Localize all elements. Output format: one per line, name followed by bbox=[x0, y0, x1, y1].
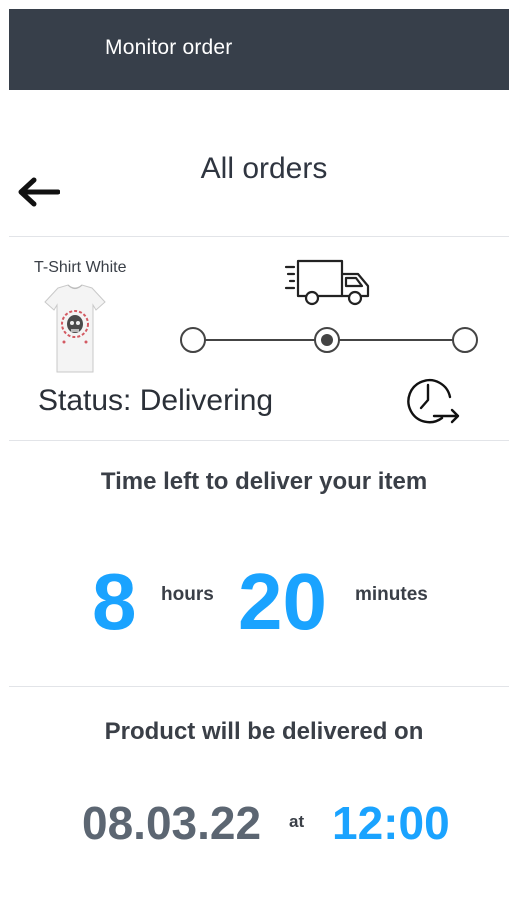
delivery-date: 08.03.22 bbox=[82, 797, 262, 849]
progress-step-delivered bbox=[452, 327, 478, 353]
order-status: Status: Delivering bbox=[38, 384, 274, 417]
page-title: All orders bbox=[200, 152, 328, 185]
minutes-value: 20 bbox=[238, 557, 327, 646]
delivery-progress-track bbox=[180, 327, 478, 353]
app-bar: Monitor order bbox=[9, 9, 509, 90]
divider-middle bbox=[9, 440, 509, 441]
product-name: T-Shirt White bbox=[34, 259, 127, 276]
divider-bottom bbox=[9, 686, 509, 687]
hours-unit: hours bbox=[161, 584, 214, 605]
delivery-time: 12:00 bbox=[332, 797, 450, 849]
product-image[interactable] bbox=[44, 284, 106, 376]
clock-history-icon[interactable] bbox=[404, 374, 462, 426]
delivery-at-text: at bbox=[289, 812, 305, 831]
hours-value: 8 bbox=[92, 557, 137, 646]
app-bar-title: Monitor order bbox=[105, 36, 233, 59]
delivery-truck-icon bbox=[284, 259, 370, 306]
progress-step-ordered bbox=[180, 327, 206, 353]
minutes-unit: minutes bbox=[355, 584, 428, 605]
countdown-label: Time left to deliver your item bbox=[100, 468, 428, 495]
delivery-label: Product will be delivered on bbox=[104, 718, 424, 745]
divider-top bbox=[9, 236, 509, 237]
